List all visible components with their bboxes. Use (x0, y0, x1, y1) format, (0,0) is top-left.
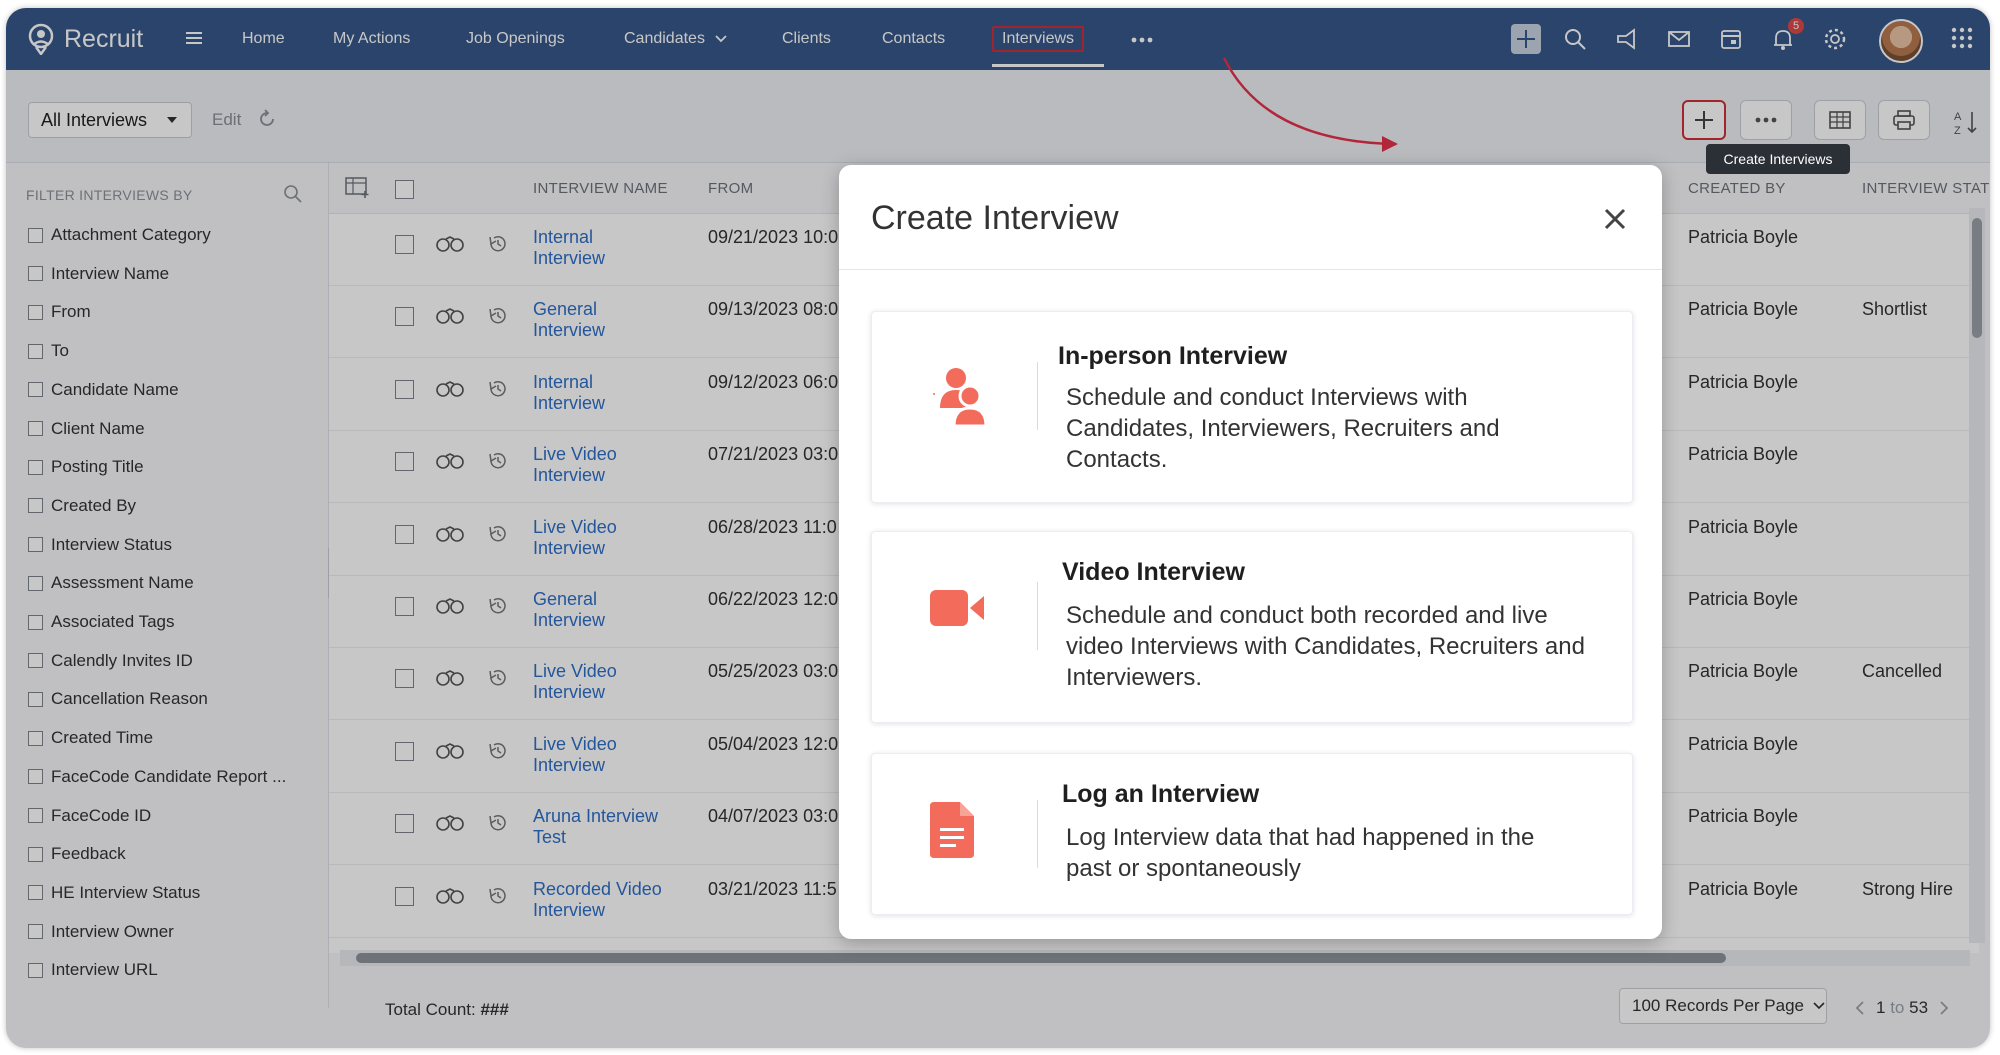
log-interview-option[interactable]: Log an Interview Log Interview data that… (871, 753, 1633, 915)
in-person-interview-option[interactable]: In-person Interview Schedule and conduct… (871, 311, 1633, 503)
option-description: Schedule and conduct Interviews with Can… (1066, 384, 1500, 473)
document-icon (930, 802, 974, 858)
close-icon[interactable] (1597, 201, 1633, 237)
card-separator (1037, 362, 1038, 430)
create-interviews-tooltip: Create Interviews (1706, 144, 1850, 174)
card-separator (1037, 800, 1038, 868)
card-separator (1037, 582, 1038, 650)
option-description: Log Interview data that had happened in … (1066, 824, 1535, 882)
dialog-divider (839, 269, 1662, 270)
create-interview-dialog: Create Interview In-person Interview Sch… (839, 165, 1662, 939)
option-description: Schedule and conduct both recorded and l… (1066, 602, 1585, 691)
option-title: Video Interview (1062, 558, 1245, 586)
video-camera-icon (930, 590, 984, 626)
video-interview-option[interactable]: Video Interview Schedule and conduct bot… (871, 531, 1633, 723)
annotation-arrow-icon (1222, 57, 1398, 152)
option-title: In-person Interview (1058, 342, 1288, 370)
people-icon (933, 368, 988, 428)
dialog-title: Create Interview (871, 199, 1119, 237)
option-title: Log an Interview (1062, 780, 1260, 808)
app-window: Recruit Home My Actions Job Openings Can… (6, 8, 1990, 1048)
